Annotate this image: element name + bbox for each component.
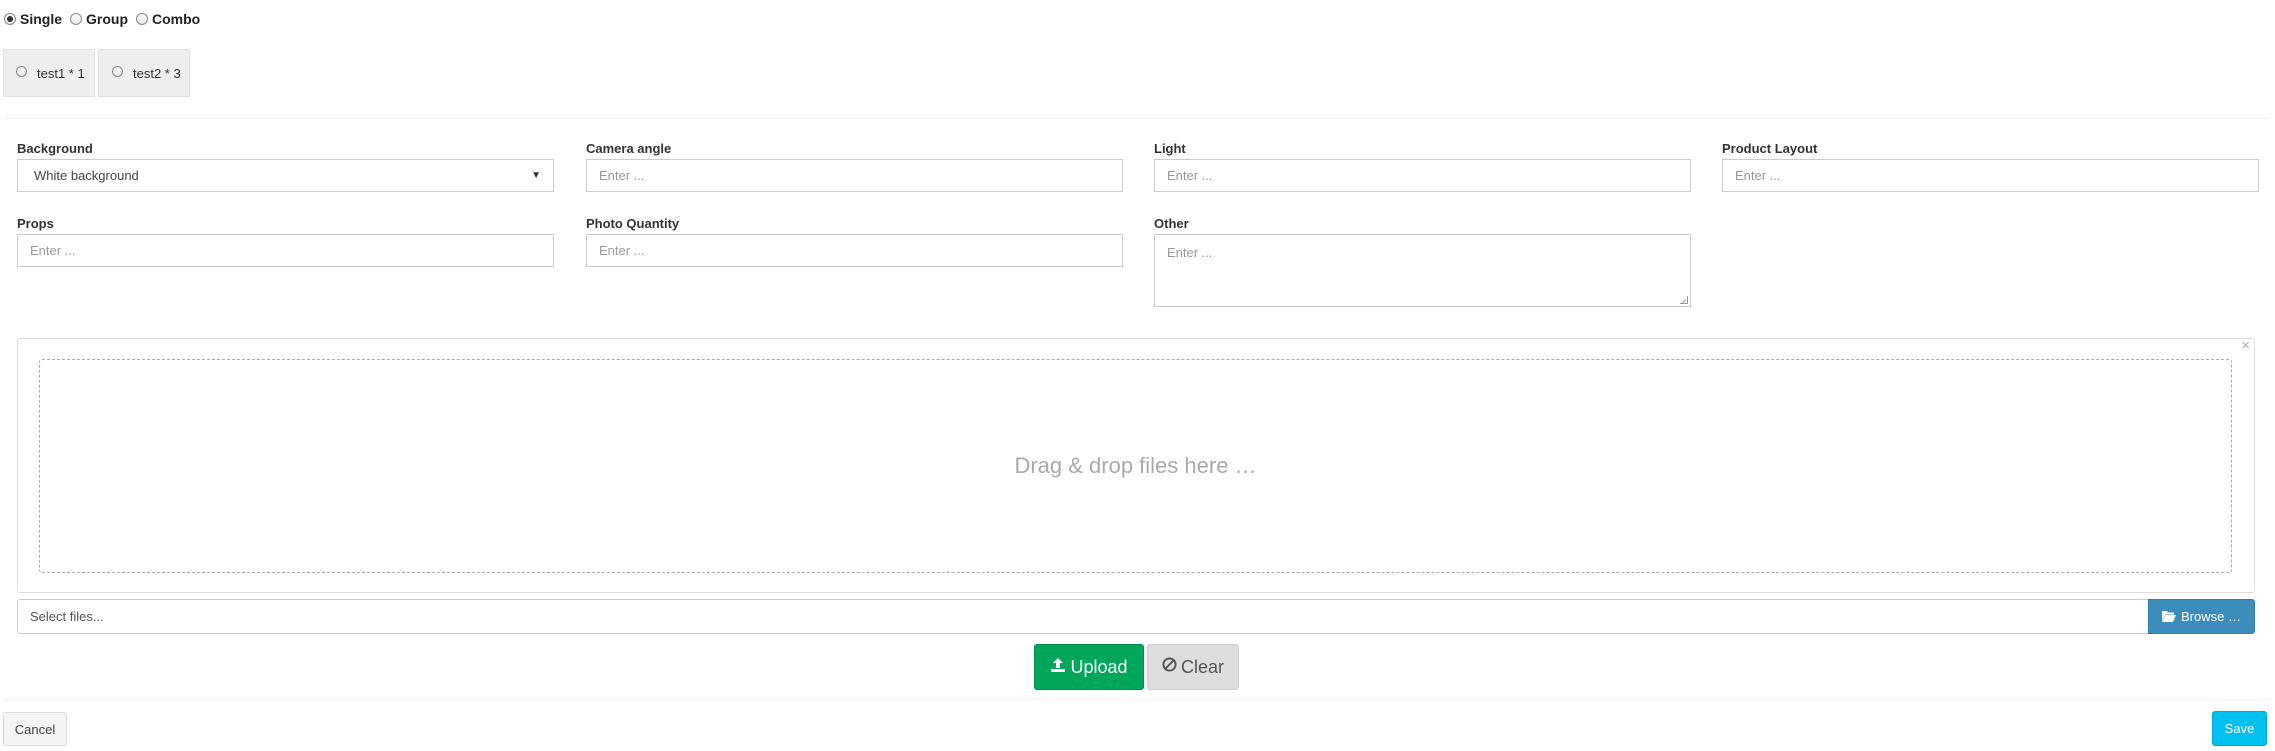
product-layout-field: Product Layout Enter ... — [1722, 139, 2259, 192]
props-field: Props Enter ... — [17, 214, 554, 267]
browse-button[interactable]: Browse … — [2148, 599, 2255, 634]
background-selected-value: White background — [34, 168, 139, 183]
upload-button[interactable]: Upload — [1034, 644, 1144, 690]
variant-item-test2[interactable]: test2 * 3 — [98, 49, 190, 97]
mode-label-group: Group — [86, 11, 129, 27]
file-caption-placeholder: Select files... — [30, 609, 104, 624]
other-label: Other — [1154, 216, 1189, 231]
product-layout-label: Product Layout — [1722, 141, 1818, 156]
variant-radio-test1[interactable] — [16, 65, 27, 77]
save-button[interactable]: Save — [2212, 711, 2267, 746]
variant-label: test2 * 3 — [133, 65, 181, 81]
chevron-down-icon: ▼ — [531, 170, 541, 181]
photo-quantity-input[interactable]: Enter ... — [586, 234, 1123, 267]
product-layout-placeholder: Enter ... — [1735, 168, 1781, 183]
clear-button[interactable]: Clear — [1147, 644, 1239, 690]
file-input-group: Select files... Browse … — [17, 599, 2255, 634]
other-textarea[interactable]: Enter ... — [1154, 234, 1691, 307]
photo-quantity-label: Photo Quantity — [586, 216, 680, 231]
mode-option-group[interactable]: Group — [70, 11, 128, 27]
cancel-label: Cancel — [14, 721, 56, 737]
camera-angle-label: Camera angle — [586, 141, 672, 156]
light-field: Light Enter ... — [1154, 139, 1691, 192]
save-label: Save — [2224, 721, 2255, 736]
ban-icon — [1162, 657, 1177, 677]
file-caption-input[interactable]: Select files... — [17, 599, 2148, 634]
clear-label: Clear — [1180, 656, 1224, 677]
camera-angle-input[interactable]: Enter ... — [586, 159, 1123, 192]
light-label: Light — [1154, 141, 1186, 156]
product-layout-input[interactable]: Enter ... — [1722, 159, 2259, 192]
file-drop-panel: × Drag & drop files here … — [17, 337, 2255, 593]
close-icon[interactable]: × — [2241, 337, 2250, 354]
other-placeholder: Enter ... — [1167, 245, 1213, 260]
folder-open-icon — [2162, 609, 2177, 625]
upload-icon — [1050, 657, 1066, 678]
variant-radio-test2[interactable] — [112, 65, 123, 77]
camera-angle-field: Camera angle Enter ... — [586, 139, 1123, 192]
browse-label: Browse … — [2181, 609, 2241, 624]
mode-option-single[interactable]: Single — [4, 11, 62, 27]
photo-quantity-field: Photo Quantity Enter ... — [586, 214, 1123, 267]
mode-label-combo: Combo — [152, 11, 201, 27]
mode-label-single: Single — [20, 11, 63, 27]
upload-actions: Upload Clear — [1034, 644, 1239, 690]
variant-item-test1[interactable]: test1 * 1 — [3, 49, 95, 97]
camera-angle-placeholder: Enter ... — [599, 168, 645, 183]
upload-label: Upload — [1070, 656, 1128, 677]
mode-option-combo[interactable]: Combo — [136, 11, 200, 27]
variant-label: test1 * 1 — [37, 65, 85, 81]
shoot-mode-radio-group: Single Group Combo — [4, 8, 208, 30]
radio-combo[interactable] — [136, 13, 149, 25]
props-input[interactable]: Enter ... — [17, 234, 554, 267]
photo-quantity-placeholder: Enter ... — [599, 243, 645, 258]
cancel-button[interactable]: Cancel — [3, 712, 67, 746]
variant-list: test1 * 1 test2 * 3 — [3, 49, 193, 97]
other-field: Other Enter ... — [1154, 214, 1691, 307]
light-input[interactable]: Enter ... — [1154, 159, 1691, 192]
props-label: Props — [17, 216, 54, 231]
radio-single[interactable] — [4, 13, 16, 25]
footer-divider — [4, 699, 2269, 700]
background-field: Background White background ▼ — [17, 139, 554, 192]
light-placeholder: Enter ... — [1167, 168, 1213, 183]
file-dropzone[interactable]: Drag & drop files here … — [39, 359, 2232, 573]
resize-grip-icon[interactable] — [1680, 296, 1688, 304]
background-select[interactable]: White background ▼ — [17, 159, 554, 192]
dropzone-text: Drag & drop files here … — [1014, 453, 1257, 478]
radio-group[interactable] — [70, 13, 83, 25]
props-placeholder: Enter ... — [30, 243, 76, 258]
section-divider — [4, 118, 2269, 119]
background-label: Background — [17, 141, 93, 156]
